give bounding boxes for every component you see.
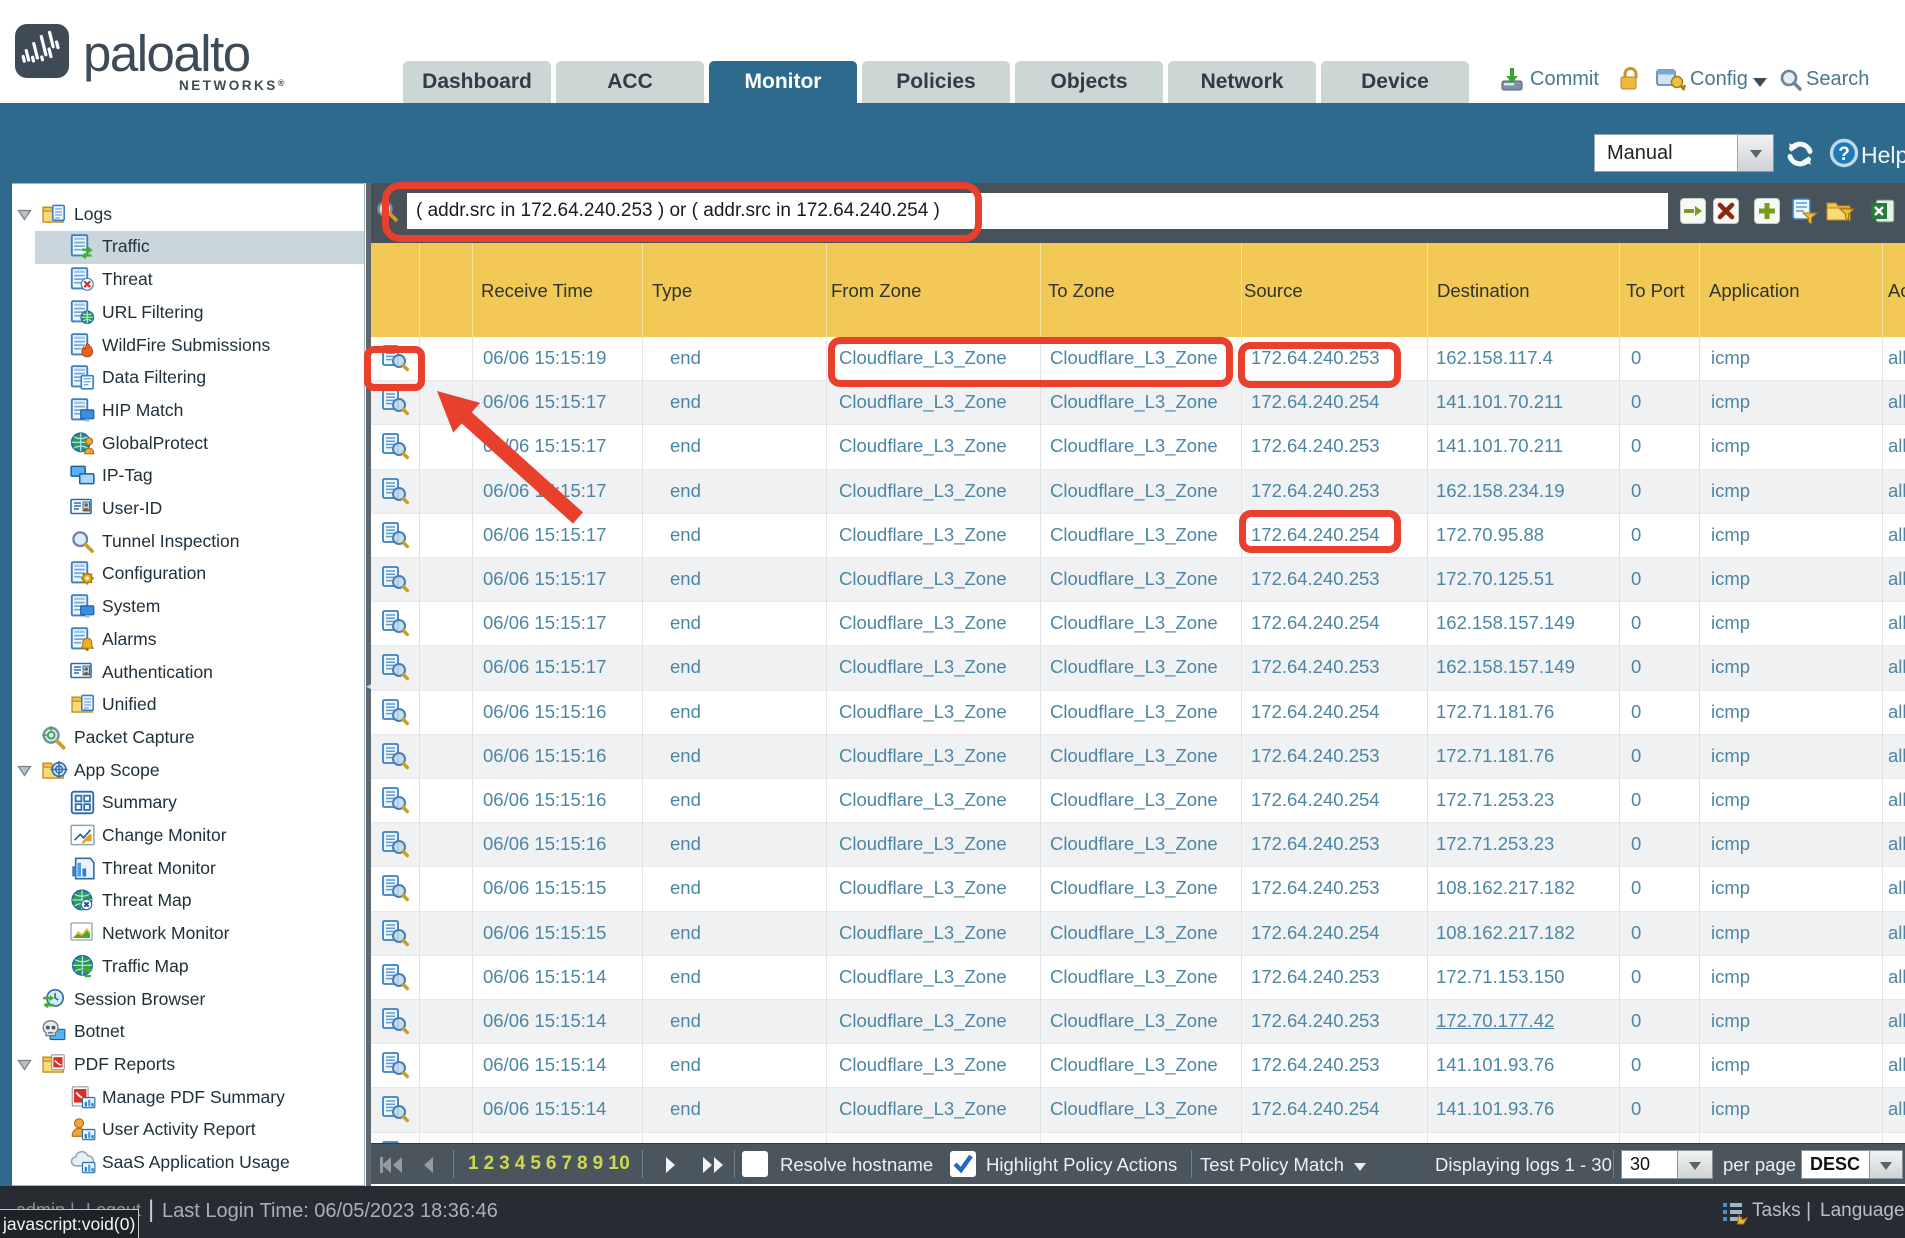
svg-text:?: ? (1838, 144, 1850, 165)
